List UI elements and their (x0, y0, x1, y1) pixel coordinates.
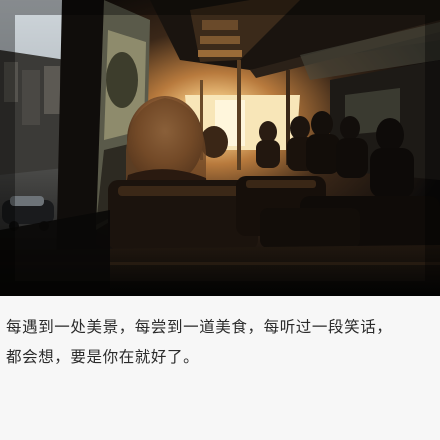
bus-interior-illustration (0, 0, 440, 296)
caption-line-1: 每遇到一处美景，每尝到一道美食，每听过一段笑话， (6, 318, 393, 336)
caption-text: 每遇到一处美景，每尝到一道美食，每听过一段笑话， 都会想，要是你在就好了。 (6, 312, 434, 372)
caption-line-2: 都会想，要是你在就好了。 (6, 348, 200, 366)
post-card: 每遇到一处美景，每尝到一道美食，每听过一段笑话， 都会想，要是你在就好了。 (0, 0, 440, 440)
bus-interior-photo (0, 0, 440, 296)
